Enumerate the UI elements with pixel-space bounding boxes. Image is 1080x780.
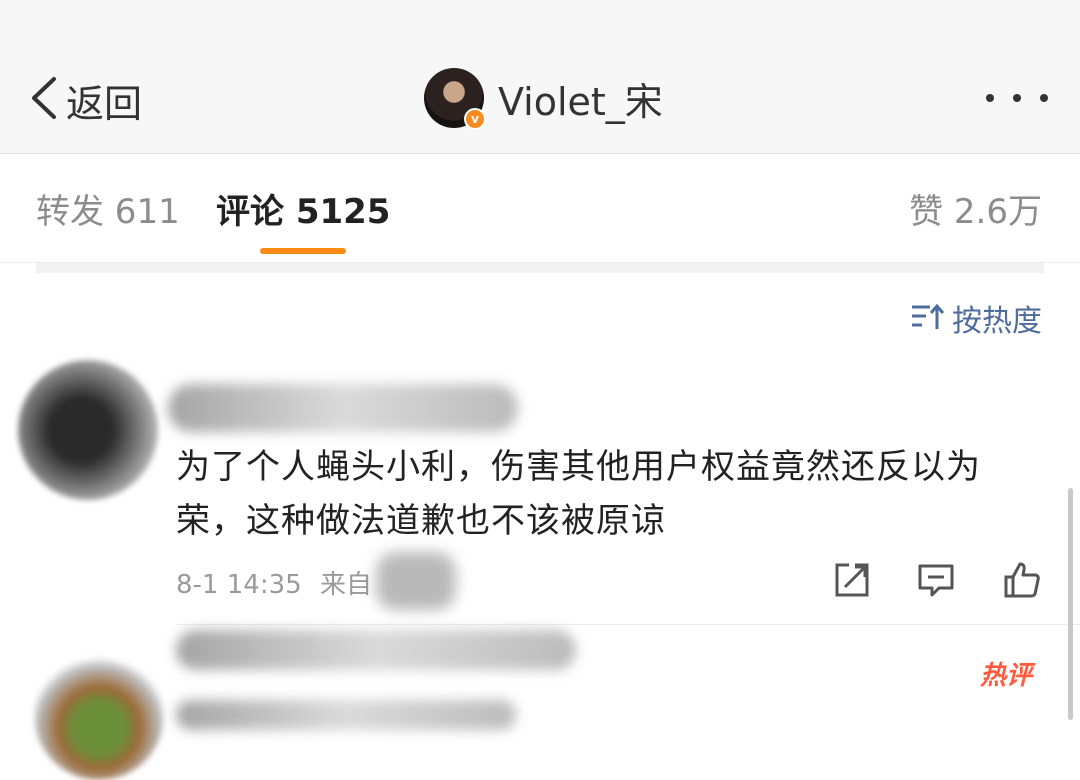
sort-label: 按热度 <box>952 304 1042 339</box>
share-button[interactable] <box>830 560 874 604</box>
dot <box>1040 94 1048 102</box>
username[interactable]: Violet_宋 <box>498 71 663 126</box>
back-label: 返回 <box>66 81 143 126</box>
chevron-left-icon <box>28 75 60 125</box>
verified-badge-icon: v <box>464 108 486 130</box>
comment-text: 为了个人蝇头小利，伤害其他用户权益竟然还反以为荣，这种做法道歉也不该被原谅 <box>176 447 981 541</box>
divider <box>36 263 1044 273</box>
comment-text-redacted <box>176 700 516 730</box>
tab-repost[interactable]: 转发 611 <box>36 184 180 233</box>
nav-bar: 返回 v Violet_宋 <box>0 0 1080 154</box>
source-redacted <box>376 552 456 610</box>
comment-source: 来自 <box>319 570 372 600</box>
sort-button[interactable]: 按热度 <box>910 298 1042 339</box>
avatar[interactable] <box>34 650 164 780</box>
scrollbar[interactable] <box>1068 488 1073 720</box>
author-name-redacted[interactable] <box>168 384 518 432</box>
more-dots-icon[interactable] <box>986 92 1048 104</box>
tab-bar: 转发 611 评论 5125 赞 2.6万 <box>0 154 1080 263</box>
tab-comment[interactable]: 评论 5125 <box>216 184 390 233</box>
divider <box>176 624 1080 625</box>
tab-like[interactable]: 赞 2.6万 <box>909 184 1042 233</box>
reply-icon <box>917 561 955 603</box>
dot <box>986 94 994 102</box>
comment-meta: 8-1 14:35 来自 <box>176 564 372 601</box>
avatar[interactable] <box>18 360 158 500</box>
like-button[interactable] <box>1000 560 1044 604</box>
share-icon <box>833 561 871 603</box>
comment-time: 8-1 14:35 <box>176 570 302 600</box>
active-tab-indicator <box>260 248 346 254</box>
hot-comment-badge: 热评 <box>980 661 1033 691</box>
thumbs-up-icon <box>1003 561 1041 603</box>
back-button[interactable]: 返回 <box>28 72 142 128</box>
reply-button[interactable] <box>914 560 958 604</box>
author-name-redacted[interactable] <box>176 630 576 670</box>
dot <box>1013 94 1021 102</box>
sort-icon <box>910 301 952 335</box>
avatar[interactable]: v <box>424 68 486 130</box>
profile-header[interactable]: v Violet_宋 <box>424 68 663 130</box>
